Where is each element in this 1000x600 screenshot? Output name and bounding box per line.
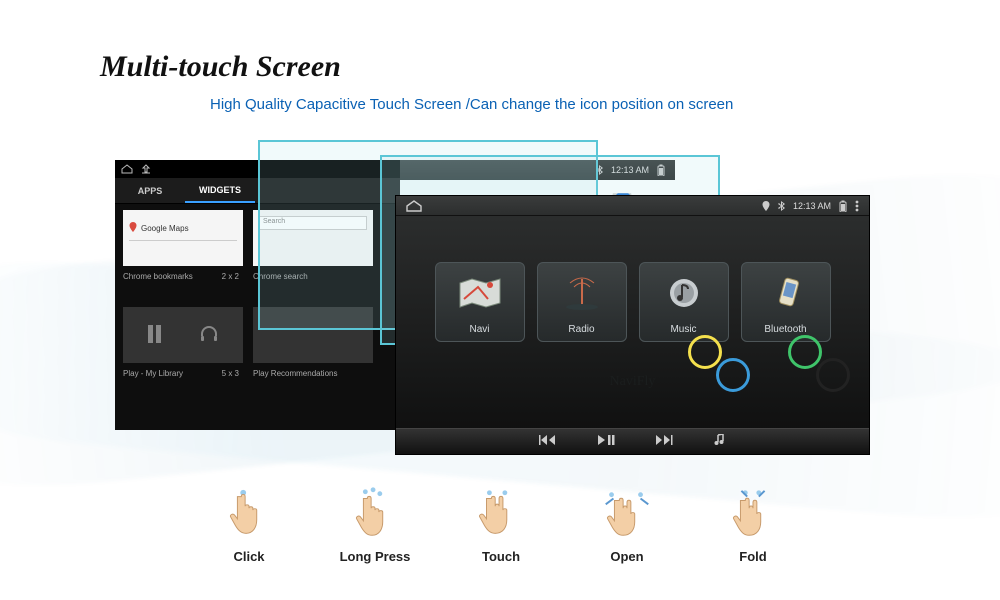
page-subtitle: High Quality Capacitive Touch Screen /Ca… [210,96,733,113]
location-icon [762,201,770,211]
music-note-icon [662,275,706,311]
widget-size: 2 x 2 [222,272,239,281]
gesture-row: Click Long Press Touch Open Fold [205,485,797,564]
gesture-label: Click [233,549,264,564]
gesture-label: Touch [482,549,520,564]
tile-navi[interactable]: Navi [435,262,525,342]
more-icon[interactable] [855,200,859,212]
tile-music[interactable]: Music [639,262,729,342]
hand-touch-icon [472,485,530,543]
play-pause-icon[interactable] [597,434,615,449]
widget-size: 5 x 3 [222,369,239,378]
gesture-touch: Touch [457,485,545,564]
tile-label: Music [670,324,696,335]
music-list-icon[interactable] [713,434,727,449]
status-time: 12:13 AM [793,201,831,211]
tile-label: Navi [469,324,489,335]
brand-label: NaviFly [396,374,869,390]
next-track-icon[interactable] [655,434,673,449]
media-controls [396,428,869,454]
page-title: Multi-touch Screen [100,50,341,84]
widget-chrome-bookmarks[interactable]: Google Maps [123,210,243,266]
touch-ring-yellow [688,335,722,369]
tile-label: Radio [568,324,594,335]
hand-click-icon [220,485,278,543]
gesture-fold: Fold [709,485,797,564]
widget-play-library[interactable] [123,307,243,363]
bluetooth-icon [778,201,785,211]
radio-tower-icon [560,275,604,311]
tile-bluetooth[interactable]: Bluetooth [741,262,831,342]
home-launcher-panel: 12:13 AM Navi Radio Music [395,195,870,455]
tile-label: Bluetooth [764,324,806,335]
upload-icon [141,164,151,174]
home-icon[interactable] [406,200,422,212]
prev-track-icon[interactable] [539,434,557,449]
headphones-icon [200,326,218,344]
widget-caption: Play - My Library [123,369,183,378]
gesture-open: Open [583,485,671,564]
widget-caption: Play Recommendations [253,369,337,378]
home-icon [121,164,133,174]
tab-widgets[interactable]: WIDGETS [185,178,255,203]
widget-card-label: Google Maps [141,224,189,233]
tab-apps[interactable]: APPS [115,178,185,203]
gesture-click: Click [205,485,293,564]
map-icon [458,275,502,311]
book-icon [148,325,162,345]
touch-ring-dark [816,358,850,392]
widget-caption: Chrome bookmarks [123,272,193,281]
battery-icon [839,200,847,212]
hand-longpress-icon [346,485,404,543]
front-status-bar: 12:13 AM [396,196,869,216]
gesture-long-press: Long Press [331,485,419,564]
hand-open-icon [598,485,656,543]
tile-radio[interactable]: Radio [537,262,627,342]
hand-fold-icon [724,485,782,543]
touch-ring-blue [716,358,750,392]
gesture-label: Fold [739,549,766,564]
gesture-label: Long Press [340,549,411,564]
maps-pin-icon [129,222,137,234]
touch-ring-green [788,335,822,369]
gesture-label: Open [610,549,643,564]
bluetooth-phone-icon [764,275,808,311]
